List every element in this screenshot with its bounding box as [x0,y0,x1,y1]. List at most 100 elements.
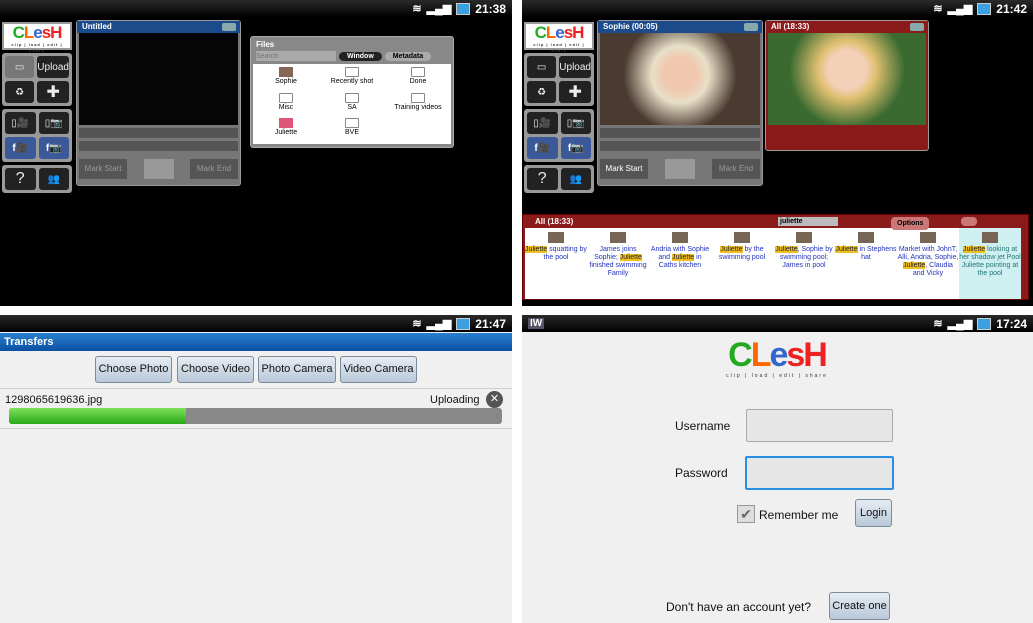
folder-item[interactable]: Misc [253,92,319,118]
signal-icon: ▂▄▆ [947,3,973,15]
video-preview[interactable] [600,33,760,125]
search-highlight: Juliette [962,246,986,253]
maximize-button[interactable] [910,23,924,31]
sidebar: CLesH clip | load | edit | share ▭ Upload ♻… [2,22,72,193]
add-icon[interactable]: ✚ [559,81,591,103]
maximize-button[interactable] [744,23,758,31]
create-account-button[interactable]: Create one [829,592,890,620]
help-button[interactable]: ? [527,168,558,190]
clip-caption: squatting by the pool [543,246,587,261]
thumbnail [279,118,293,129]
playhead-control[interactable] [665,159,695,179]
timeline-track[interactable] [600,128,760,138]
upload-button[interactable]: Upload [37,56,69,78]
help-button[interactable]: ? [5,168,36,190]
timeline-track[interactable] [79,128,238,138]
progress-fill [9,408,187,424]
username-input[interactable] [746,409,893,442]
clock: 17:24 [996,316,1027,331]
phone-photo-button[interactable]: ▯📷 [560,112,591,134]
clip-item[interactable]: Market with JohnT, Alli, Andria, Sophie,… [897,228,959,299]
wifi-icon: ≋ [933,3,943,15]
mark-end-button[interactable]: Mark End [712,159,760,179]
signal-icon: ▂▄▆ [426,318,452,330]
mark-end-button[interactable]: Mark End [190,159,238,179]
add-icon[interactable]: ✚ [37,81,69,103]
logo: CLesH clip | load | edit | share [524,22,594,53]
password-label: Password [675,466,728,480]
clip-thumbnail [734,232,750,243]
clip-list[interactable]: Juliette squatting by the pool James join… [525,228,1021,299]
signal-icon: ▂▄▆ [426,3,452,15]
facebook-photo-button[interactable]: f📷 [38,137,69,159]
tab-window[interactable]: Window [339,51,382,61]
window-title: Sophie (00:05) [603,22,658,31]
upload-button[interactable]: Upload [559,56,591,78]
clip-item[interactable]: Juliette squatting by the pool [525,228,587,299]
search-highlight: Juliette [619,254,642,261]
clip-item[interactable]: Juliette looking at her shadow jet Pool … [959,228,1021,299]
no-account-text: Don't have an account yet? [666,600,812,614]
folder-icon [411,67,425,77]
facebook-video-button[interactable]: f🎥 [5,137,36,159]
clip-item[interactable]: Juliette by the swimming pool [711,228,773,299]
facebook-photo-button[interactable]: f📷 [560,137,591,159]
clip-thumbnail [610,232,626,243]
video-preview[interactable] [768,33,926,125]
remember-me-label: Remember me [759,508,839,522]
facebook-video-button[interactable]: f🎥 [527,137,558,159]
editor-window: Sophie (00:05) Mark Start Mark End [597,20,763,186]
folder-item[interactable]: Training videos [385,92,451,118]
folder-item[interactable]: BVE [319,118,385,143]
clock: 21:47 [475,316,506,331]
users-icon[interactable]: 👥 [560,168,591,190]
timeline-track[interactable] [79,141,238,151]
battery-icon [977,2,992,15]
clip-caption: in Stephens hat [857,246,897,261]
folder-item[interactable]: Recently shot [319,67,385,92]
choose-photo-button[interactable]: Choose Photo [95,356,172,383]
phone-photo-button[interactable]: ▯📷 [38,112,69,134]
trash-icon[interactable]: ♻ [5,81,35,103]
logo: CLesH clip | load | edit | share [726,336,828,379]
choose-video-button[interactable]: Choose Video [177,356,254,383]
clip-item[interactable]: Juliette, Sophie by swimming pool; James… [773,228,835,299]
cancel-upload-icon[interactable]: ✕ [486,391,503,408]
video-preview[interactable] [79,33,238,125]
phone-video-button[interactable]: ▯🎥 [527,112,558,134]
login-button[interactable]: Login [855,499,892,527]
trash-icon[interactable]: ♻ [527,81,557,103]
phone-video-button[interactable]: ▯🎥 [5,112,36,134]
clip-item[interactable]: Juliette in Stephens hat [835,228,897,299]
clip-item[interactable]: Andria with Sophie and Juliette in Caths… [649,228,711,299]
maximize-button[interactable] [222,23,236,31]
clip-caption: finished swimming Family [589,262,647,277]
mark-start-button[interactable]: Mark Start [79,159,127,179]
clip-item[interactable]: James joins Sophie; Juliette finished sw… [587,228,649,299]
mark-start-button[interactable]: Mark Start [600,159,648,179]
folder-item[interactable]: Done [385,67,451,92]
file-item[interactable]: Sophie [253,67,319,92]
upload-status: Uploading [430,394,480,406]
timeline-track[interactable] [600,141,760,151]
refresh-button[interactable] [961,217,977,226]
app-notification-icon: IW [528,318,545,329]
video-camera-button[interactable]: Video Camera [340,356,417,383]
playhead-control[interactable] [143,159,174,179]
search-input[interactable] [256,51,336,61]
status-bar: ≋ ▂▄▆ 21:42 [522,0,1033,17]
wifi-icon: ≋ [933,318,943,330]
users-icon[interactable]: 👥 [38,168,69,190]
folder-icon [345,67,359,77]
search-highlight: Juliette [835,246,858,253]
photo-camera-button[interactable]: Photo Camera [258,356,336,383]
tab-metadata[interactable]: Metadata [384,51,432,61]
file-item[interactable]: Juliette [253,118,319,143]
folder-button[interactable]: ▭ [5,56,35,78]
search-input[interactable]: juliette [778,217,838,226]
folder-item[interactable]: SA [319,92,385,118]
options-button[interactable]: Options [891,217,930,230]
password-input[interactable] [745,456,894,490]
folder-button[interactable]: ▭ [527,56,557,78]
remember-me-checkbox[interactable]: ✔ [737,505,755,523]
